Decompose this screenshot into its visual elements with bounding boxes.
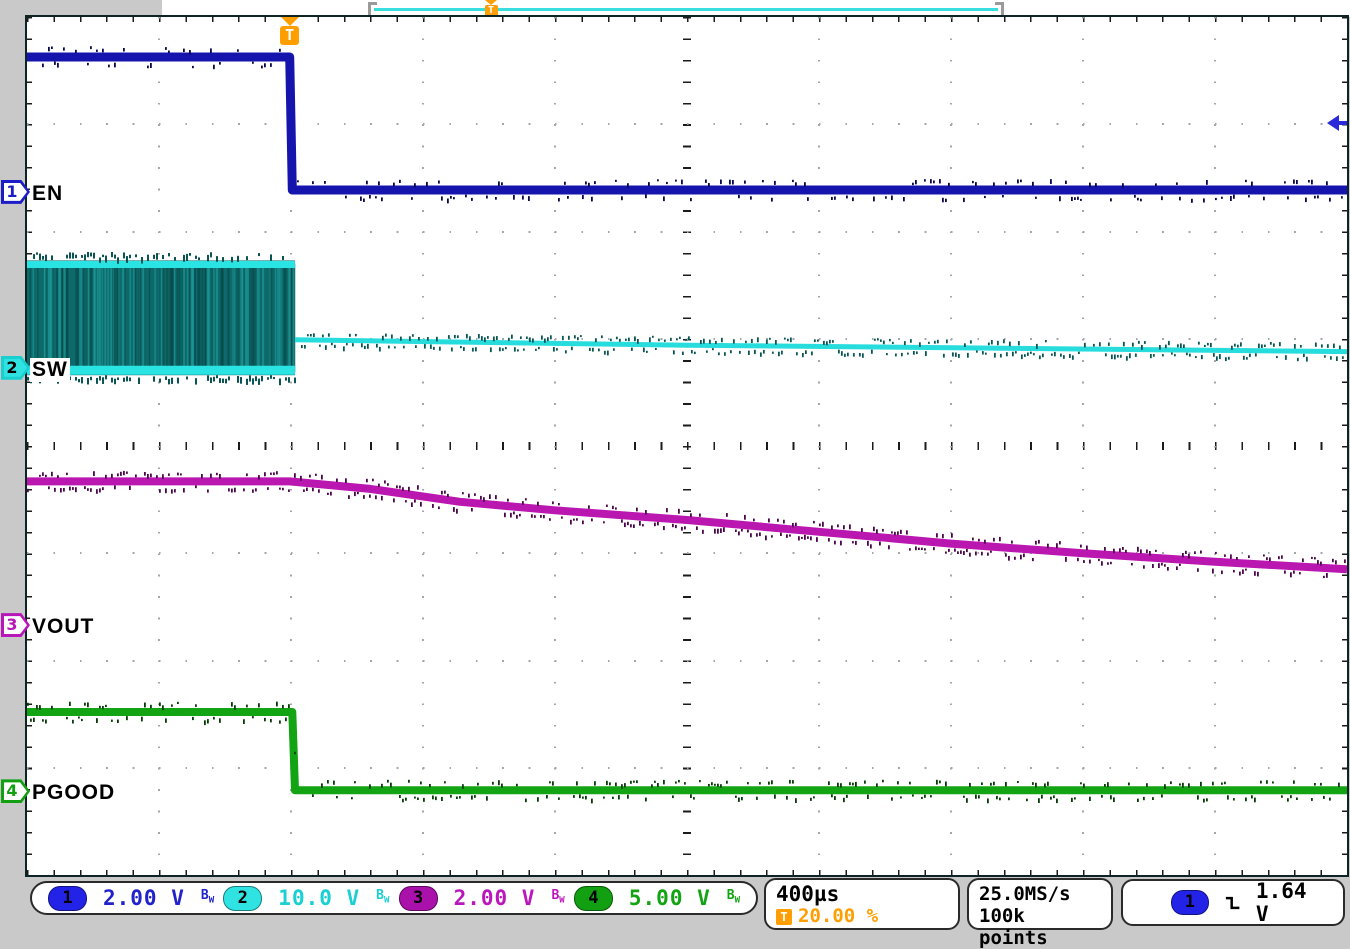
- falling-edge-icon: [1223, 893, 1242, 913]
- trace-label-pgood: PGOOD: [30, 781, 117, 805]
- trigger-t-icon: T: [776, 909, 792, 925]
- channel-3-ground-marker[interactable]: 3: [1, 613, 30, 637]
- trigger-position-symbol: T: [280, 26, 299, 45]
- channel-1-badge[interactable]: 1: [48, 886, 87, 911]
- channel-4-readout[interactable]: 4 5.00 V BW: [574, 886, 740, 911]
- channel-1-ground-marker[interactable]: 1: [1, 180, 30, 204]
- trigger-level-tail: [1339, 121, 1347, 125]
- trigger-source-badge[interactable]: 1: [1171, 890, 1209, 915]
- channel-2-ground-marker[interactable]: 2: [1, 356, 30, 380]
- channel-4-ground-marker[interactable]: 4: [1, 779, 30, 803]
- trigger-position-percent: 20.00 %: [798, 906, 878, 927]
- bandwidth-limit-icon: BW: [201, 889, 214, 908]
- channel-1-readout[interactable]: 1 2.00 V BW: [48, 886, 214, 911]
- waveform-traces: [27, 17, 1347, 875]
- horizontal-readout[interactable]: 400µs T 20.00 %: [764, 878, 960, 930]
- trace-label-en: EN: [30, 182, 65, 206]
- channel-readouts[interactable]: 1 2.00 V BW 2 10.0 V BW 3 2.00 V BW 4 5.00 V BW: [30, 881, 758, 915]
- sample-rate: 25.0MS/s: [979, 883, 1101, 905]
- channel-number: 4: [1, 779, 23, 803]
- record-length: 100k points: [979, 905, 1101, 949]
- trigger-position-marker[interactable]: T: [279, 17, 301, 45]
- bandwidth-limit-icon: BW: [727, 889, 740, 908]
- channel-number: 1: [1, 180, 23, 204]
- timebase-scale: 400µs: [776, 883, 948, 906]
- channel-3-scale: 2.00 V: [454, 887, 536, 910]
- trace-label-sw: SW: [30, 358, 70, 382]
- channel-3-badge[interactable]: 3: [399, 886, 438, 911]
- preview-waveform-line: [374, 8, 998, 11]
- channel-2-scale: 10.0 V: [278, 887, 360, 910]
- trigger-level-arrow-icon[interactable]: [1327, 115, 1347, 131]
- acquisition-preview-bar: T: [368, 2, 1004, 16]
- channel-2-badge[interactable]: 2: [223, 886, 262, 911]
- oscilloscope-screen: { "window": {"background": "#c9c9c9", "p…: [0, 0, 1350, 933]
- channel-number: 3: [1, 613, 23, 637]
- bandwidth-limit-icon: BW: [376, 889, 389, 908]
- channel-4-badge[interactable]: 4: [574, 886, 613, 911]
- trigger-level-value: 1.64 V: [1256, 880, 1329, 926]
- channel-2-readout[interactable]: 2 10.0 V BW: [223, 886, 389, 911]
- channel-3-readout[interactable]: 3 2.00 V BW: [399, 886, 565, 911]
- channel-1-scale: 2.00 V: [103, 887, 185, 910]
- acquisition-readout[interactable]: 25.0MS/s 100k points: [967, 878, 1113, 930]
- trigger-readout[interactable]: 1 1.64 V: [1121, 879, 1345, 926]
- trigger-level-triangle: [1327, 115, 1339, 131]
- trigger-position-arrow-icon: [281, 17, 299, 26]
- bandwidth-limit-icon: BW: [551, 889, 564, 908]
- trace-label-vout: VOUT: [30, 615, 96, 639]
- graticule: T 1EN2SW3VOUT4PGOOD: [25, 15, 1349, 877]
- channel-number: 2: [1, 356, 23, 380]
- channel-4-scale: 5.00 V: [629, 887, 711, 910]
